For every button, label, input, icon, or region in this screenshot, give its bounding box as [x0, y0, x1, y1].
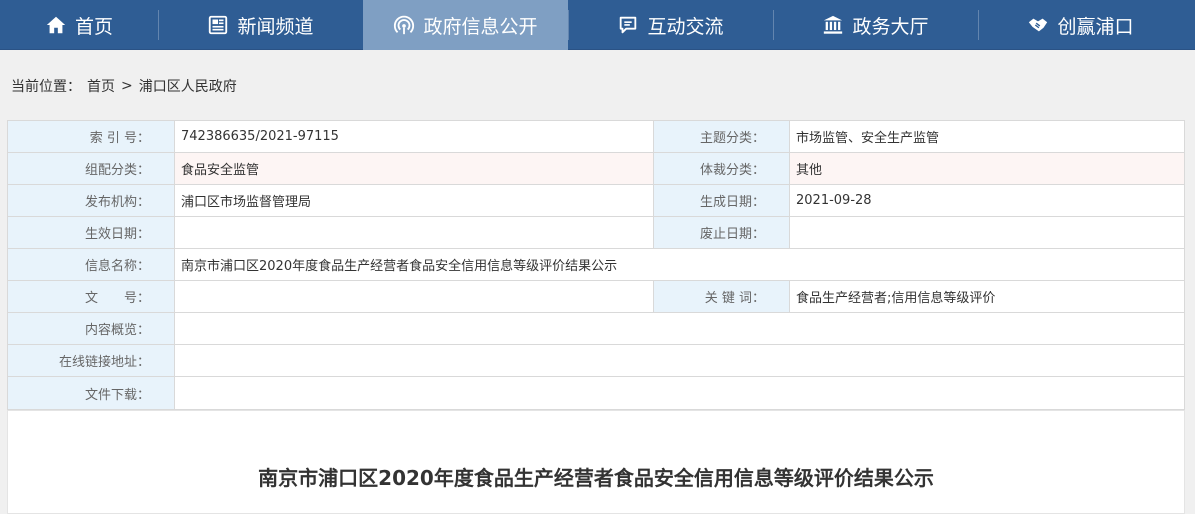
group-label: 组配分类： — [8, 153, 175, 184]
group-value: 食品安全监管 — [175, 153, 654, 184]
nav-item-gov-info[interactable]: 政府信息公开 — [363, 0, 568, 50]
article-panel: 南京市浦口区2020年度食品生产经营者食品安全信用信息等级评价结果公示 — [7, 410, 1185, 514]
created-date-value: 2021-09-28 — [796, 193, 872, 208]
doc-number-label: 文 号： — [8, 281, 175, 312]
expiry-date-value — [790, 217, 1184, 248]
online-link-value[interactable] — [175, 345, 1184, 376]
publisher-label: 发布机构： — [8, 185, 175, 216]
nav-item-label: 创赢浦口 — [1057, 15, 1134, 38]
meta-row-publisher: 发布机构： 浦口区市场监督管理局 生成日期： 2021-09-28 — [8, 185, 1184, 217]
effective-date-value — [175, 217, 654, 248]
breadcrumb-home-link[interactable]: 首页 — [87, 76, 115, 96]
meta-row-group: 组配分类： 食品安全监管 体裁分类： 其他 — [8, 153, 1184, 185]
nav-item-label: 首页 — [74, 15, 113, 38]
doc-number-value — [175, 281, 654, 312]
handshake-icon — [1027, 14, 1049, 36]
expiry-date-label: 废止日期： — [654, 217, 790, 248]
meta-row-docno: 文 号： 关 键 词： 食品生产经营者;信用信息等级评价 — [8, 281, 1184, 313]
file-download-label: 文件下载： — [8, 377, 175, 409]
nav-item-service-hall[interactable]: 政务大厅 — [773, 0, 978, 50]
nav-item-interaction[interactable]: 互动交流 — [568, 0, 773, 50]
chat-icon — [617, 14, 639, 36]
created-date-label: 生成日期： — [654, 185, 790, 216]
genre-value: 其他 — [790, 153, 1184, 184]
summary-value — [175, 313, 1184, 344]
main-nav: 首页 新闻频道 政府信息公开 互动交流 政务大厅 创赢浦口 — [0, 0, 1195, 50]
nav-item-label: 政府信息公开 — [423, 15, 538, 38]
broadcast-icon — [393, 14, 415, 36]
meta-row-link: 在线链接地址： — [8, 345, 1184, 377]
publisher-value: 浦口区市场监督管理局 — [175, 185, 654, 216]
breadcrumb-current-link[interactable]: 浦口区人民政府 — [139, 76, 237, 96]
keywords-label: 关 键 词： — [654, 281, 790, 312]
nav-item-label: 新闻频道 — [237, 15, 314, 38]
nav-item-pukou[interactable]: 创赢浦口 — [978, 0, 1183, 50]
topic-value: 市场监管、安全生产监管 — [796, 131, 940, 146]
index-label: 索 引 号： — [8, 121, 175, 152]
genre-label: 体裁分类： — [654, 153, 790, 184]
online-link-label: 在线链接地址： — [8, 345, 175, 376]
nav-item-news[interactable]: 新闻频道 — [158, 0, 363, 50]
keywords-value: 食品生产经营者;信用信息等级评价 — [796, 291, 996, 306]
article-title: 南京市浦口区2020年度食品生产经营者食品安全信用信息等级评价结果公示 — [258, 466, 934, 490]
topic-label: 主题分类： — [654, 121, 790, 152]
meta-row-effective: 生效日期： 废止日期： — [8, 217, 1184, 249]
file-download-value[interactable] — [175, 377, 1184, 409]
newspaper-icon — [207, 14, 229, 36]
meta-row-summary: 内容概览： — [8, 313, 1184, 345]
index-value: 742386635/2021-97115 — [175, 121, 654, 152]
home-icon — [45, 14, 67, 36]
effective-date-label: 生效日期： — [8, 217, 175, 248]
breadcrumb: 当前位置： 首页 > 浦口区人民政府 — [0, 50, 1195, 122]
nav-item-label: 互动交流 — [647, 15, 724, 38]
breadcrumb-separator: > — [121, 78, 133, 94]
meta-row-index: 索 引 号： 742386635/2021-97115 主题分类： 市场监管、安… — [8, 121, 1184, 153]
summary-label: 内容概览： — [8, 313, 175, 344]
info-name-value: 南京市浦口区2020年度食品生产经营者食品安全信用信息等级评价结果公示 — [181, 259, 618, 274]
nav-item-label: 政务大厅 — [852, 15, 929, 38]
bank-icon — [822, 14, 844, 36]
meta-row-download: 文件下载： — [8, 377, 1184, 409]
nav-item-home[interactable]: 首页 — [0, 0, 158, 50]
metadata-table: 索 引 号： 742386635/2021-97115 主题分类： 市场监管、安… — [7, 120, 1185, 410]
breadcrumb-prefix: 当前位置： — [11, 79, 81, 95]
info-name-label: 信息名称： — [8, 249, 175, 280]
meta-row-name: 信息名称： 南京市浦口区2020年度食品生产经营者食品安全信用信息等级评价结果公… — [8, 249, 1184, 281]
